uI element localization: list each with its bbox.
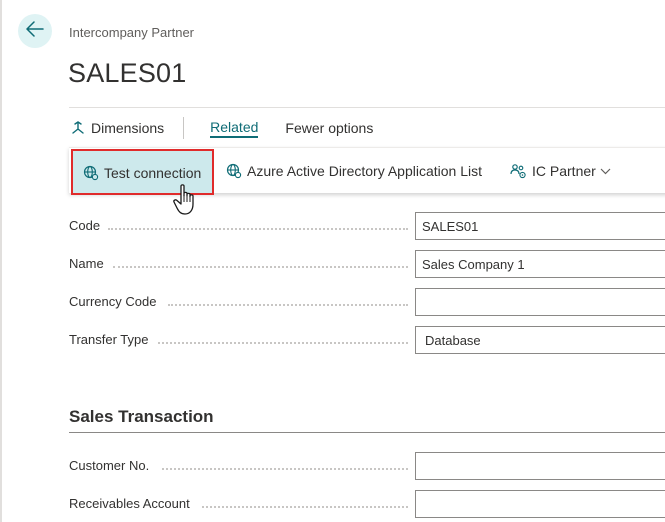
field-leader-dots — [168, 304, 408, 306]
transfer-type-select[interactable]: Database — [415, 326, 665, 354]
window-left-border — [0, 0, 2, 522]
section-title-sales-transaction[interactable]: Sales Transaction — [69, 407, 214, 427]
back-button[interactable] — [18, 14, 52, 48]
ic-partner-menu-button[interactable]: IC Partner — [510, 148, 611, 194]
customer-no-label: Customer No. — [69, 458, 150, 473]
aad-application-list-button[interactable]: Azure Active Directory Application List — [226, 148, 482, 194]
hand-pointer-cursor-icon — [172, 183, 200, 222]
receivables-account-label: Receivables Account — [69, 496, 190, 511]
page-caption: Intercompany Partner — [69, 25, 195, 40]
dimensions-action[interactable]: Dimensions — [71, 120, 164, 136]
test-connection-label: Test connection — [104, 165, 202, 181]
name-field[interactable]: Sales Company 1 — [415, 250, 665, 278]
field-leader-dots — [162, 468, 408, 470]
ic-partner-label: IC Partner — [532, 163, 596, 179]
action-bar: Dimensions Related Fewer options — [69, 116, 373, 140]
arrow-left-icon — [26, 20, 44, 42]
dimensions-label: Dimensions — [91, 120, 165, 136]
dimensions-icon — [71, 121, 85, 135]
code-label: Code — [69, 218, 101, 233]
transfer-type-label: Transfer Type — [69, 332, 149, 347]
globe-gear-icon — [226, 163, 242, 179]
field-leader-dots — [113, 266, 408, 268]
field-leader-dots — [108, 228, 408, 230]
field-leader-dots — [202, 506, 408, 508]
currency-code-field[interactable] — [415, 288, 665, 316]
tab-related[interactable]: Related — [210, 119, 259, 138]
currency-code-label: Currency Code — [69, 294, 157, 309]
page-title: SALES01 — [68, 58, 187, 88]
aad-application-list-label: Azure Active Directory Application List — [247, 163, 482, 179]
name-label: Name — [69, 256, 104, 271]
fewer-options-button[interactable]: Fewer options — [285, 120, 373, 136]
customer-no-field[interactable] — [415, 452, 665, 480]
header-divider — [69, 107, 665, 108]
code-field[interactable]: SALES01 — [415, 212, 665, 240]
receivables-account-field[interactable] — [415, 490, 665, 518]
people-gear-icon — [510, 163, 527, 179]
field-leader-dots — [158, 342, 408, 344]
chevron-down-icon — [600, 168, 611, 175]
globe-gear-icon — [83, 165, 99, 181]
section-divider — [69, 432, 665, 433]
related-toolbar: Test connection Azure Active Directory A… — [69, 147, 665, 195]
action-separator — [183, 117, 185, 139]
